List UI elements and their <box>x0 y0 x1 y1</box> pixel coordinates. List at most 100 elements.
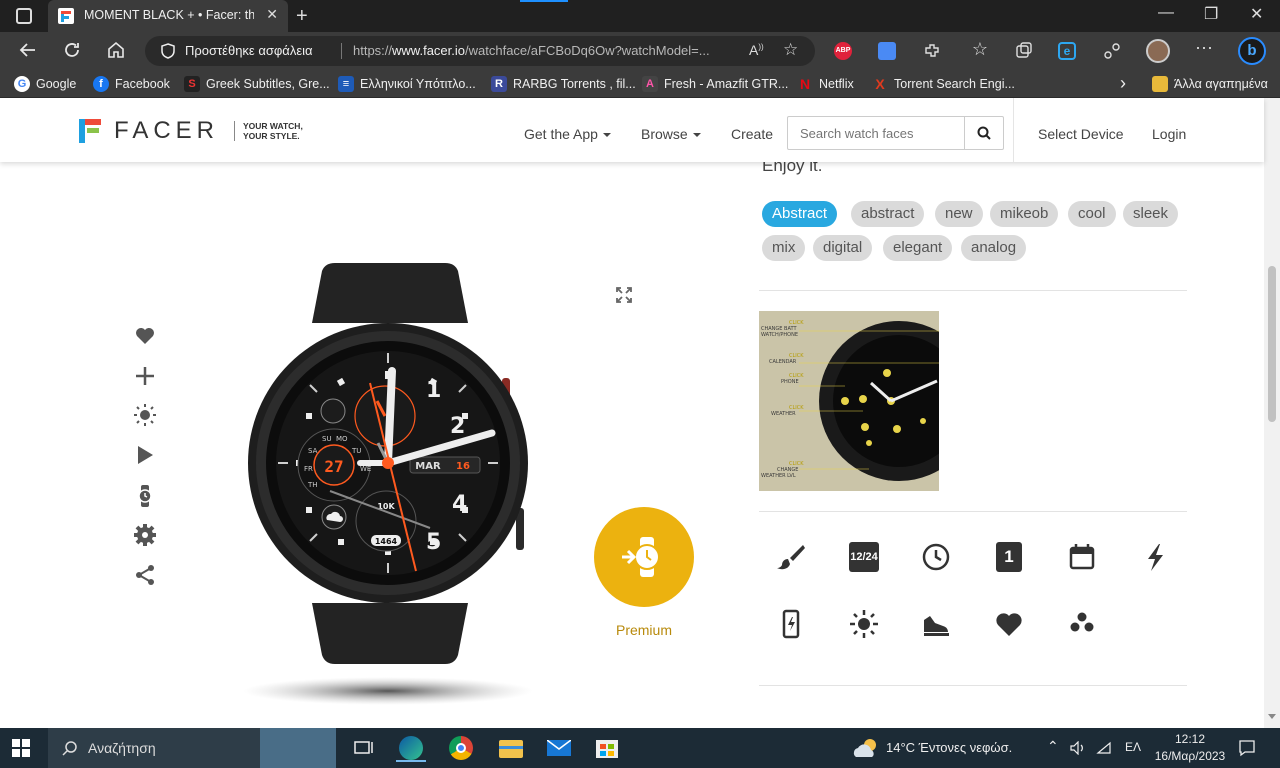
play-icon[interactable] <box>133 443 157 467</box>
tab-close-icon[interactable]: ✕ <box>266 6 278 23</box>
search-button[interactable] <box>964 117 1003 149</box>
brightness-icon[interactable] <box>133 403 157 427</box>
subs-icon: S <box>184 76 200 92</box>
back-icon[interactable] <box>18 40 38 60</box>
nav-create[interactable]: Create <box>731 126 773 142</box>
rarbg-icon: R <box>491 76 507 92</box>
header-divider <box>1013 98 1014 162</box>
clock-date[interactable]: 16/Μαρ/2023 <box>1150 749 1230 763</box>
scroll-down-arrow[interactable] <box>1268 714 1276 719</box>
language-indicator[interactable]: ΕΛ <box>1125 740 1141 754</box>
month-label: MAR <box>415 461 441 472</box>
heart-icon[interactable] <box>133 323 157 347</box>
bookmark-google[interactable]: G Google <box>14 76 76 92</box>
bookmark-torrent-search[interactable]: X Torrent Search Engi... <box>872 76 1015 92</box>
facer-logo-icon[interactable] <box>79 119 101 143</box>
mail-app-icon[interactable] <box>544 734 574 762</box>
chevron-up-icon[interactable]: ⌃ <box>1047 738 1059 755</box>
active-tab[interactable]: MOMENT BLACK + • Facer: the w ✕ <box>48 0 288 32</box>
tab-title: MOMENT BLACK + • Facer: the w <box>84 8 254 22</box>
bookmark-netflix[interactable]: N Netflix <box>797 76 854 92</box>
watch-preview[interactable]: 27 SU MO SA TU FR WE TH MAR 16 10K 1464 … <box>230 253 550 713</box>
tab-actions-icon[interactable] <box>16 8 32 24</box>
preview-graphic: CLICK CHANGE BATT WATCH/PHONE CLICK CALE… <box>759 311 939 491</box>
tag-elegant[interactable]: elegant <box>883 235 953 261</box>
facer-favicon-icon <box>58 8 74 24</box>
file-explorer-icon[interactable] <box>496 734 526 762</box>
favorites-icon[interactable]: ☆ <box>970 39 990 59</box>
preview-image[interactable]: CLICK CHANGE BATT WATCH/PHONE CLICK CALE… <box>759 311 939 491</box>
settings-icon[interactable] <box>133 523 157 547</box>
nav-get-app[interactable]: Get the App <box>524 126 611 142</box>
store-app-icon[interactable] <box>592 734 622 762</box>
extensions-icon[interactable] <box>922 41 942 61</box>
bookmark-greek-subtitles[interactable]: S Greek Subtitles, Gre... <box>184 76 330 92</box>
watch-icon[interactable] <box>133 484 157 508</box>
other-bookmarks[interactable]: Άλλα αγαπημένα <box>1152 76 1268 92</box>
search-input[interactable] <box>788 117 965 149</box>
tag-abstract-category[interactable]: Abstract <box>762 201 838 227</box>
tag-mix[interactable]: mix <box>762 235 806 261</box>
search-box <box>787 116 1004 150</box>
weather-text[interactable]: 14°C Έντονες νεφώσ. <box>886 740 1012 755</box>
task-view-icon[interactable] <box>348 734 378 762</box>
watch-transfer-icon <box>622 537 660 577</box>
tag-new[interactable]: new <box>935 201 983 227</box>
new-tab-button[interactable]: + <box>296 5 308 28</box>
12-24-icon: 12/24 <box>849 542 879 572</box>
bookmark-greek-subs[interactable]: ≡ Ελληνικοί Υπότιτλο... <box>338 76 476 92</box>
page-content: FACER YOUR WATCH, YOUR STYLE. Get the App… <box>0 98 1280 728</box>
minimize-button[interactable]: — <box>1158 4 1174 22</box>
premium-button[interactable] <box>594 507 694 607</box>
share-icon[interactable] <box>1102 41 1122 61</box>
tag-sleek[interactable]: sleek <box>1123 201 1179 227</box>
nav-select-device[interactable]: Select Device <box>1038 126 1124 142</box>
url-text[interactable]: https://www.facer.io/watchface/aFCBoDq6O… <box>353 43 710 58</box>
favorite-add-icon[interactable]: ☆ <box>783 40 798 60</box>
nav-login[interactable]: Login <box>1152 126 1186 142</box>
bing-icon[interactable]: b <box>1238 37 1266 65</box>
amazfit-icon: A <box>642 76 658 92</box>
ie-mode-icon[interactable]: e <box>1058 42 1076 60</box>
add-icon[interactable] <box>133 364 157 388</box>
address-toolbar: Προστέθηκε ασφάλεια https://www.facer.io… <box>0 32 1280 70</box>
tag-analog[interactable]: analog <box>961 235 1027 261</box>
adblock-icon[interactable]: ABP <box>834 42 852 60</box>
page-scrollbar[interactable] <box>1264 98 1280 728</box>
expand-icon[interactable] <box>616 287 632 303</box>
taskbar-search[interactable]: Αναζήτηση <box>48 728 336 768</box>
weather-cloud-icon[interactable] <box>852 737 880 759</box>
read-aloud-icon[interactable]: A)) <box>749 42 764 58</box>
torrent-search-icon: X <box>875 76 885 92</box>
wifi-icon[interactable] <box>1096 741 1112 755</box>
date-label: 16 <box>456 461 470 472</box>
home-icon[interactable] <box>106 40 126 60</box>
logo-text[interactable]: FACER <box>114 117 219 145</box>
close-window-button[interactable]: ✕ <box>1250 4 1263 24</box>
translate-icon[interactable] <box>878 42 896 60</box>
tag-mikeob[interactable]: mikeob <box>990 201 1059 227</box>
nav-browse[interactable]: Browse <box>641 126 701 142</box>
tag-abstract[interactable]: abstract <box>851 201 925 227</box>
refresh-icon[interactable] <box>62 40 82 60</box>
chrome-app-icon[interactable] <box>446 734 476 762</box>
bookmark-facebook[interactable]: f Facebook <box>93 76 170 92</box>
tag-cool[interactable]: cool <box>1068 201 1116 227</box>
notifications-icon[interactable] <box>1238 739 1256 757</box>
profile-avatar[interactable] <box>1146 39 1170 63</box>
facebook-icon: f <box>93 76 109 92</box>
maximize-button[interactable]: ❐ <box>1204 4 1218 24</box>
more-icon[interactable]: ··· <box>1194 37 1214 57</box>
windows-start-icon[interactable] <box>12 739 30 757</box>
volume-icon[interactable] <box>1070 741 1086 755</box>
edge-app-icon[interactable] <box>396 734 426 762</box>
clock-time[interactable]: 12:12 <box>1150 732 1230 746</box>
share-icon[interactable] <box>133 563 157 587</box>
tag-digital[interactable]: digital <box>813 235 873 261</box>
bookmark-rarbg[interactable]: R RARBG Torrents , fil... <box>491 76 636 92</box>
bookmarks-overflow-chevron[interactable]: › <box>1120 73 1126 94</box>
bookmark-amazfit[interactable]: A Fresh - Amazfit GTR... <box>642 76 788 92</box>
collections-icon[interactable] <box>1014 41 1034 61</box>
address-bar[interactable]: Προστέθηκε ασφάλεια https://www.facer.io… <box>145 36 815 66</box>
scrollbar-thumb[interactable] <box>1268 266 1276 422</box>
